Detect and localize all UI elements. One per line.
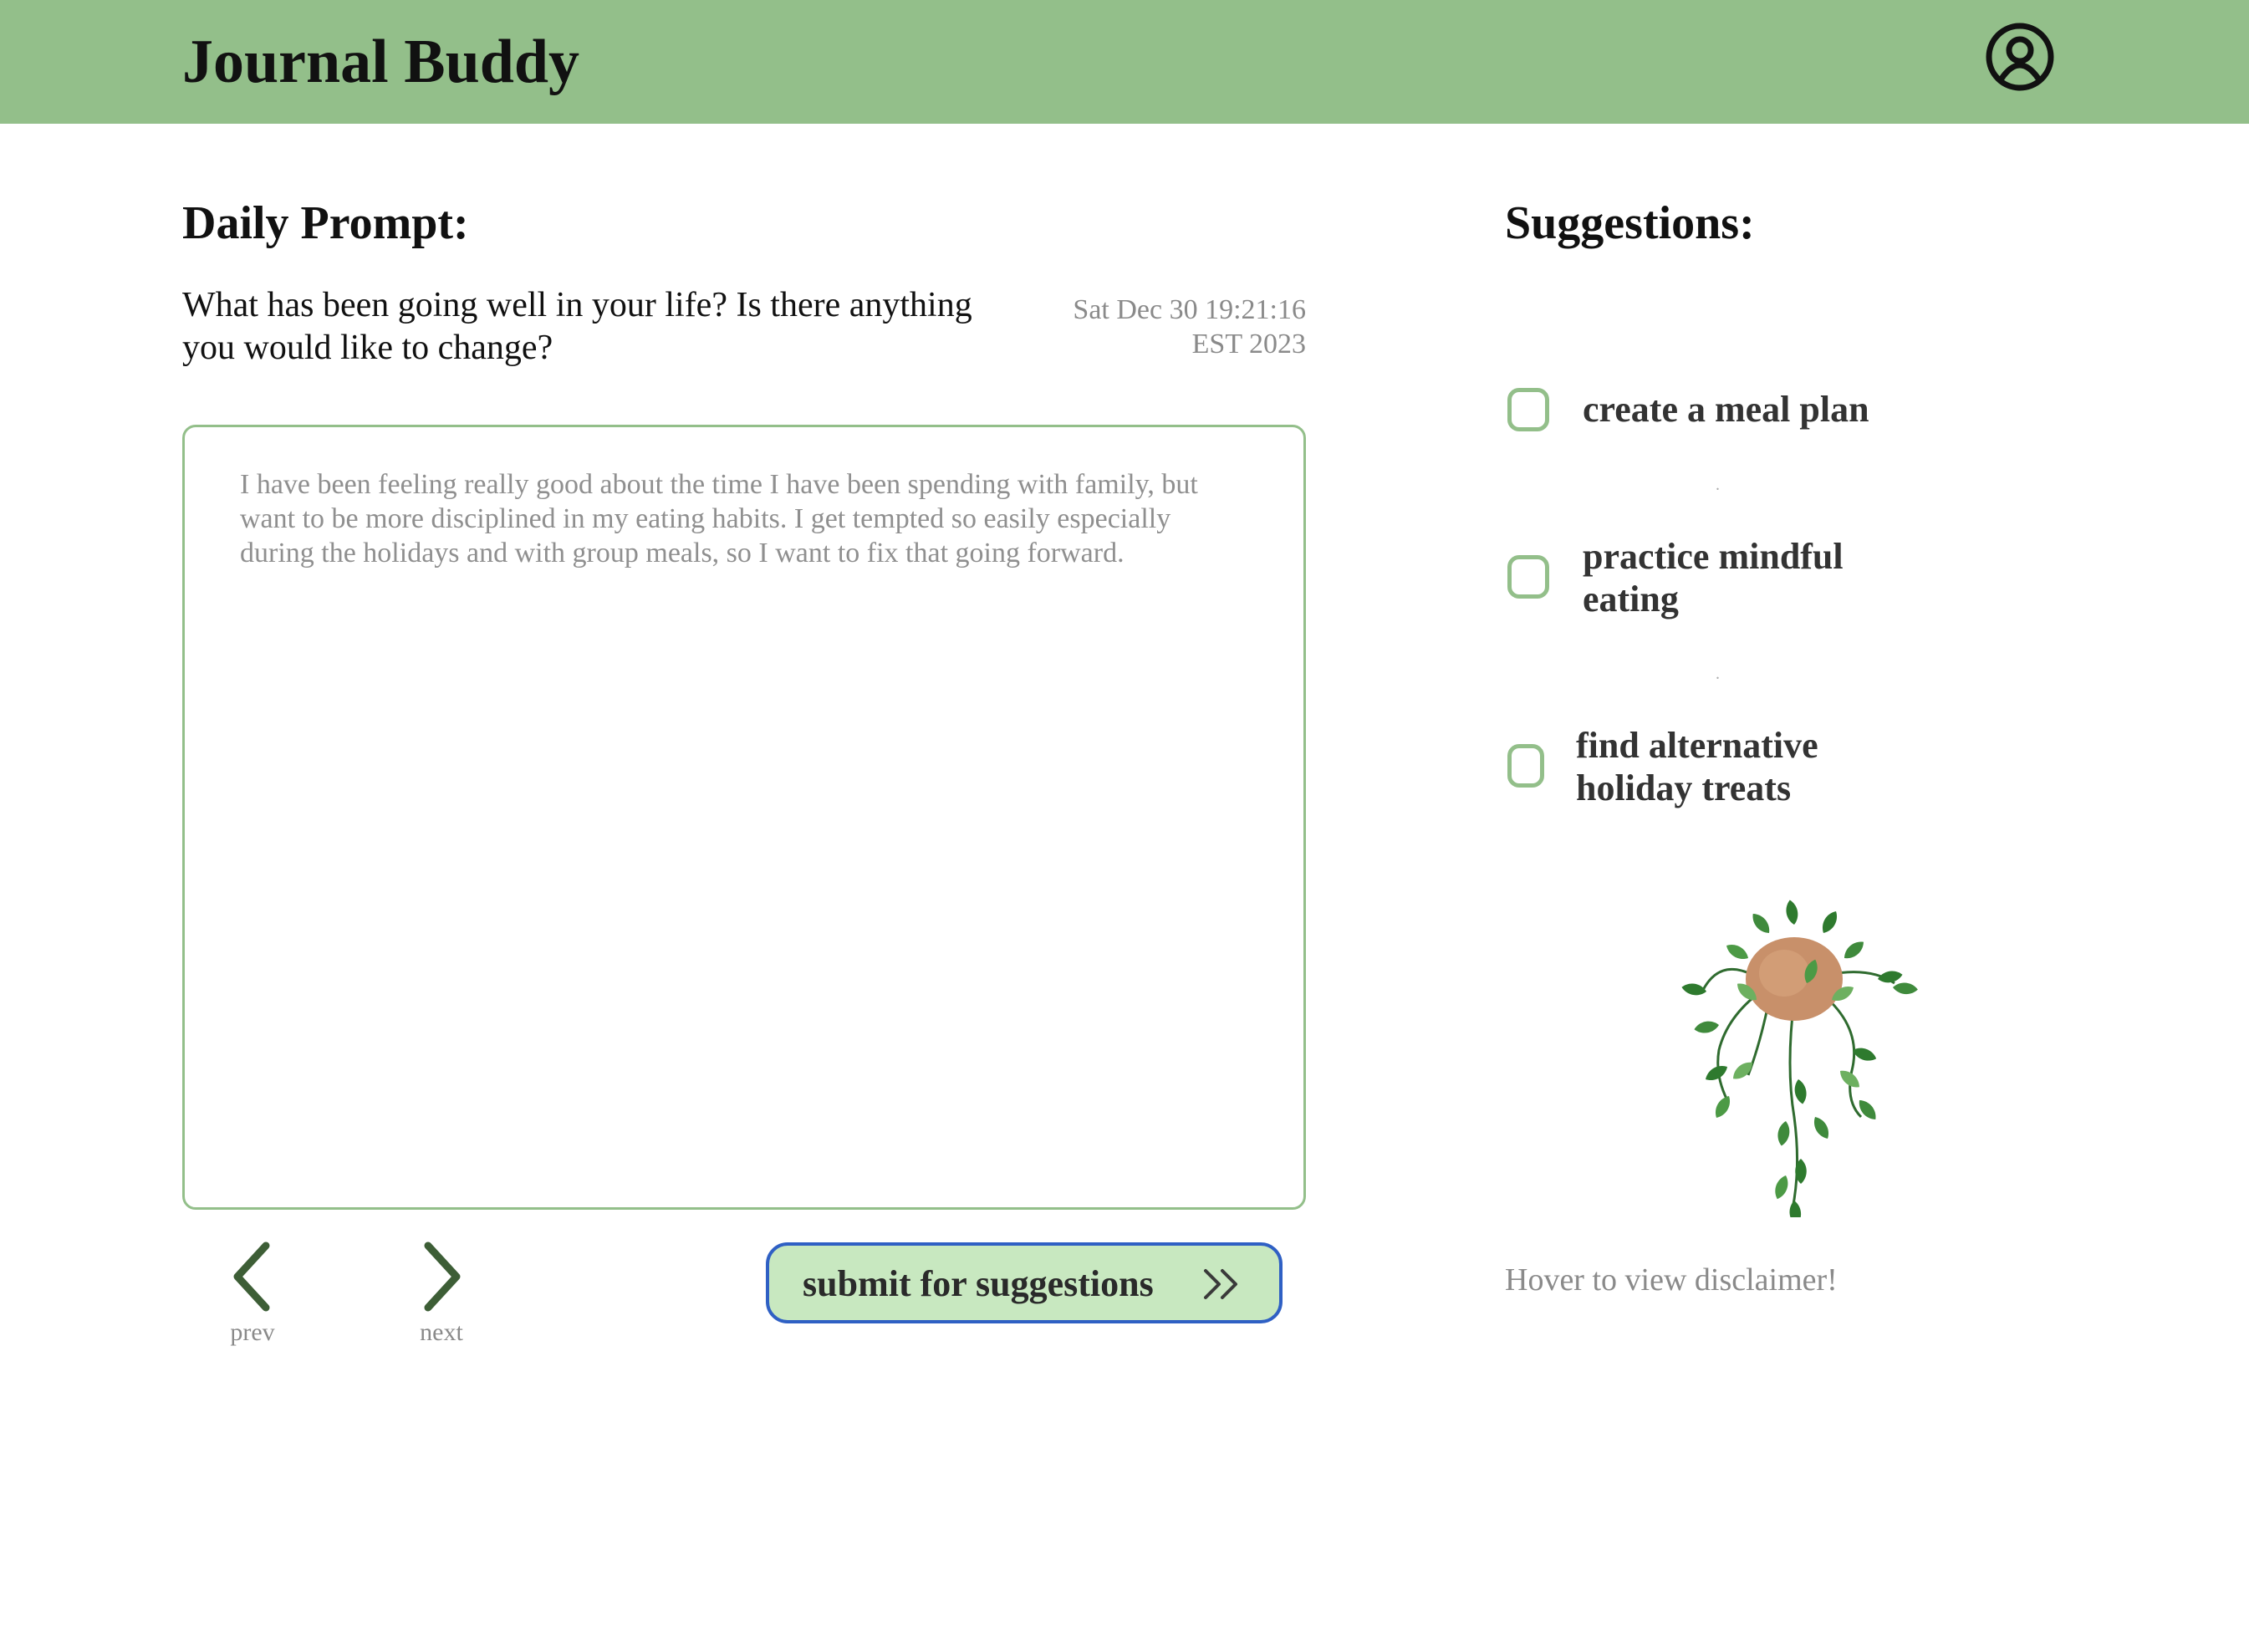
plant-leaf <box>1726 945 1748 959</box>
hanging-plant-illustration <box>1681 900 1918 1217</box>
timestamp-line-1: Sat Dec 30 19:21:16 <box>1073 294 1306 325</box>
next-label: next <box>420 1318 463 1346</box>
separator-dot: . <box>1716 476 1720 494</box>
plant-leaf <box>1777 1121 1790 1146</box>
suggestions-heading: Suggestions: <box>1505 197 1755 249</box>
plant-leaf <box>1706 1066 1727 1080</box>
plant-leaf <box>1775 1175 1788 1200</box>
suggestion-label: create a meal plan <box>1583 389 1869 430</box>
separator-dot: . <box>1716 665 1720 683</box>
suggestion-item: create a meal plan <box>1505 385 2007 435</box>
prev-label: prev <box>230 1318 275 1346</box>
suggestion-checkbox[interactable] <box>1507 555 1549 599</box>
plant-leaf <box>1716 1096 1730 1118</box>
journal-entry-box: I have been feeling really good about th… <box>182 425 1306 1210</box>
double-chevron-right-icon <box>1204 1269 1237 1299</box>
submit-button-label: submit for suggestions <box>803 1263 1154 1304</box>
plant-leaf <box>1752 914 1770 933</box>
suggestion-item: find alternative holiday treats <box>1505 721 2007 813</box>
plant-leaf <box>1844 941 1864 959</box>
account-icon[interactable] <box>1985 22 2055 92</box>
app-title: Journal Buddy <box>182 28 580 96</box>
entry-timestamp: Sat Dec 30 19:21:16 EST 2023 <box>1028 293 1306 361</box>
chevron-right-icon <box>424 1242 461 1312</box>
journal-entry-input[interactable]: I have been feeling really good about th… <box>240 467 1243 1153</box>
plant-leaf <box>1786 900 1798 925</box>
timestamp-line-2: EST 2023 <box>1191 329 1306 359</box>
plant-leaf <box>1789 1201 1802 1217</box>
prev-button[interactable]: prev <box>202 1241 303 1349</box>
top-bar: Journal Buddy <box>0 0 2249 124</box>
plant-leaf <box>1694 1021 1719 1033</box>
daily-prompt-heading: Daily Prompt: <box>182 197 469 249</box>
plant-leaf <box>1823 911 1837 933</box>
plant-leaf <box>1794 1079 1807 1104</box>
prompt-question: What has been going well in your life? I… <box>182 286 972 367</box>
suggestion-label: find alternative holiday treats <box>1576 725 1818 808</box>
plant-leaf <box>1814 1117 1828 1139</box>
plant-leaf <box>1893 982 1918 995</box>
chevron-left-icon <box>233 1242 270 1312</box>
suggestion-item: practice mindful eating <box>1505 532 2007 624</box>
next-button[interactable]: next <box>391 1241 492 1349</box>
plant-leaf <box>1681 983 1706 996</box>
plant-leaf <box>1878 971 1903 983</box>
submit-for-suggestions-button[interactable]: submit for suggestions <box>766 1242 1283 1323</box>
plant-leaf <box>1859 1100 1876 1119</box>
suggestion-checkbox[interactable] <box>1507 388 1549 431</box>
disclaimer-hover-text[interactable]: Hover to view disclaimer! <box>1505 1261 1838 1299</box>
suggestion-label: practice mindful eating <box>1583 536 1844 620</box>
suggestion-checkbox[interactable] <box>1507 744 1544 788</box>
